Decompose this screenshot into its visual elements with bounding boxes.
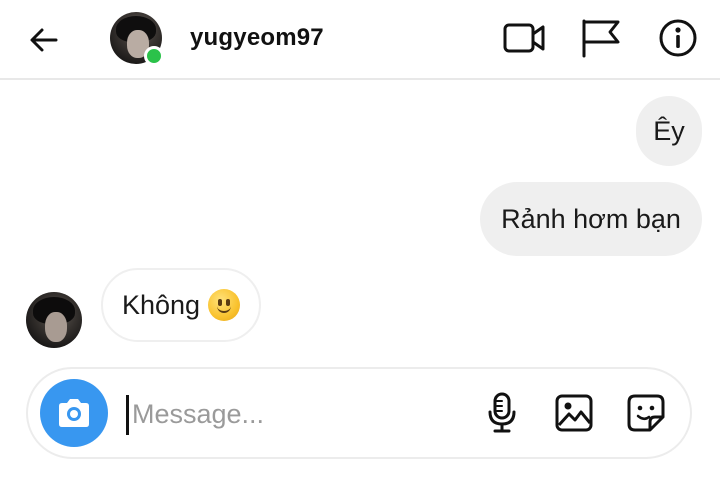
sticker-button[interactable] [624,391,668,435]
info-button[interactable] [654,14,702,62]
message-text: Không [121,289,201,320]
conversation-header: yugyeom97 [0,0,720,80]
back-button[interactable] [22,18,66,62]
message-text: Rảnh hơm bạn [501,203,681,234]
sender-avatar[interactable] [26,292,82,348]
contact-avatar[interactable] [110,12,164,66]
message-input[interactable] [132,391,472,437]
camera-icon [59,399,89,427]
report-button[interactable] [576,14,624,62]
camera-button[interactable] [40,379,108,447]
slightly-smiling-face-icon [208,289,241,321]
contact-username[interactable]: yugyeom97 [190,24,324,52]
info-icon [659,19,697,57]
flag-icon [582,19,620,58]
message-composer [26,367,692,459]
video-call-icon [503,23,545,53]
microphone-icon [488,392,516,433]
outgoing-message-bubble[interactable]: Êy [636,96,702,166]
gallery-icon [555,394,593,432]
text-cursor [126,395,129,435]
voice-message-button[interactable] [480,391,524,435]
outgoing-message-bubble[interactable]: Rảnh hơm bạn [480,182,702,256]
video-call-button[interactable] [500,14,548,62]
message-text: Êy [653,115,685,146]
gallery-button[interactable] [552,391,596,435]
back-arrow-icon [30,28,58,52]
online-status-indicator [144,46,164,66]
sticker-icon [627,394,665,432]
incoming-message-bubble[interactable]: Không [101,268,261,342]
